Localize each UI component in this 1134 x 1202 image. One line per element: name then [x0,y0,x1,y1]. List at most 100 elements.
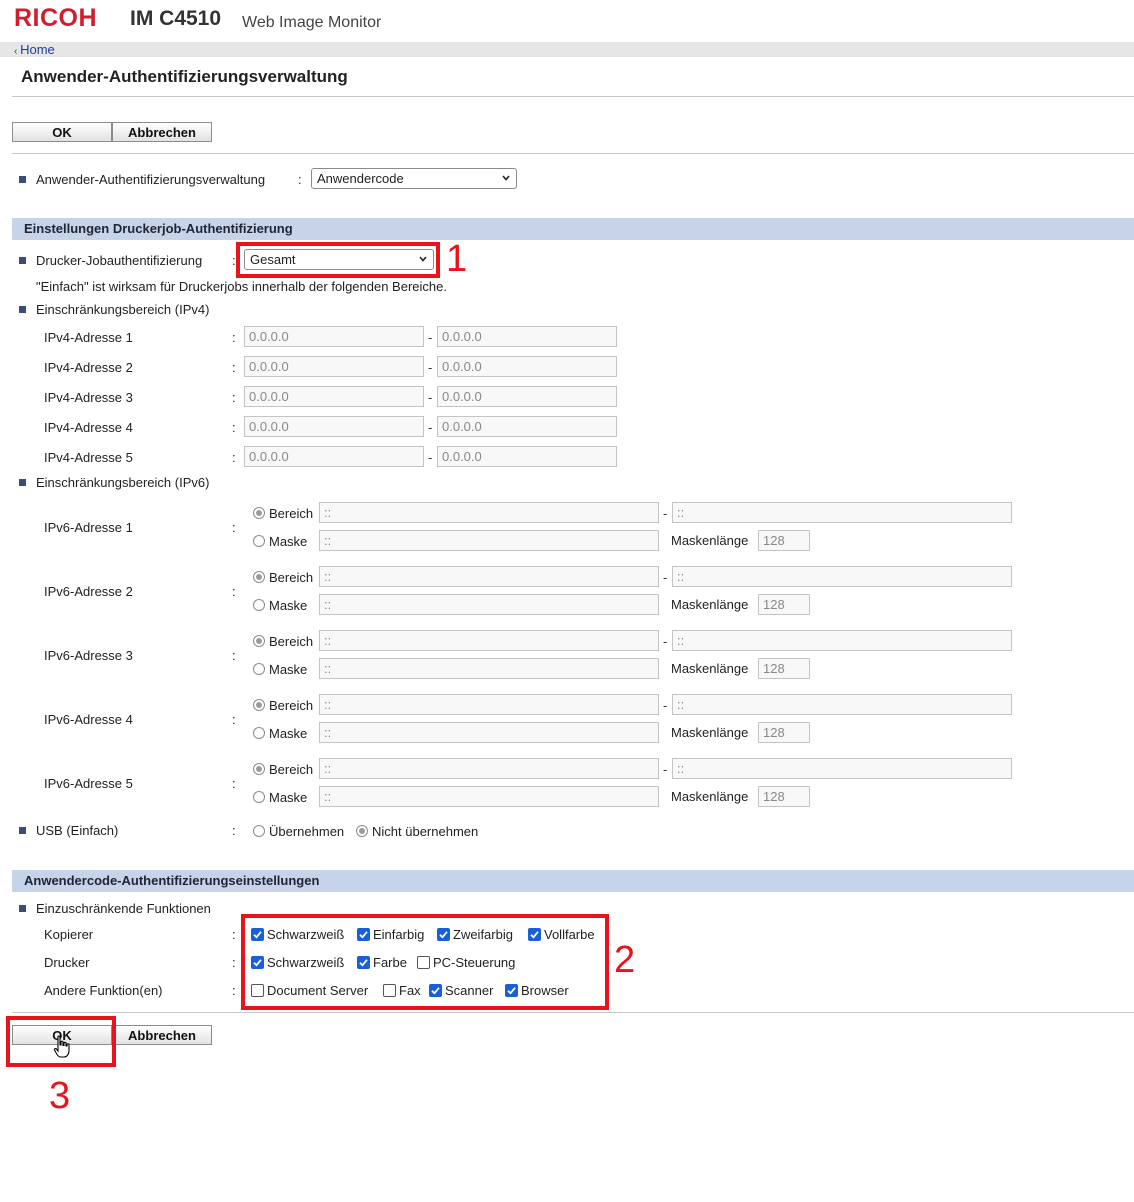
ipv6-mask-radio[interactable] [253,791,265,803]
checkmark-icon [507,987,516,995]
ipv6-mask-radio[interactable] [253,535,265,547]
cancel-button-top[interactable]: Abbrechen [112,122,212,142]
usb-option-not-adopt: Nicht übernehmen [372,824,479,839]
function-row-label: Andere Funktion(en) [44,983,163,998]
ipv6-masklen-input[interactable]: 128 [758,722,810,743]
ipv4-heading: Einschränkungsbereich (IPv4) [36,302,210,317]
ipv6-masklen-input[interactable]: 128 [758,786,810,807]
ipv6-row-label: IPv6-Adresse 5 [44,776,133,791]
ipv6-range-radio[interactable] [253,571,265,583]
ipv6-mask-input[interactable]: :: [319,786,659,807]
divider [12,96,1134,97]
cancel-button-bottom[interactable]: Abbrechen [112,1025,212,1045]
ipv4-from-input[interactable]: 0.0.0.0 [244,386,424,407]
colon: : [232,955,236,970]
function-checkbox[interactable] [383,984,396,997]
function-checkbox[interactable] [357,928,370,941]
ipv6-range-label: Bereich [269,762,314,777]
ipv6-range-radio[interactable] [253,635,265,647]
range-dash: - [428,450,433,465]
ipv6-mask-radio[interactable] [253,727,265,739]
ipv6-mask-input[interactable]: :: [319,594,659,615]
ipv6-to-input[interactable]: :: [672,694,1012,715]
ipv4-to-input[interactable]: 0.0.0.0 [437,326,617,347]
function-checkbox-label: Scanner [445,983,494,998]
ok-button-top[interactable]: OK [12,122,112,142]
page-title: Anwender-Authentifizierungsverwaltung [21,67,348,86]
colon: : [232,983,236,998]
ipv4-row-label: IPv4-Adresse 4 [44,420,133,435]
ipv6-mask-input[interactable]: :: [319,658,659,679]
ipv4-from-input[interactable]: 0.0.0.0 [244,356,424,377]
ipv6-mask-input[interactable]: :: [319,722,659,743]
function-checkbox[interactable] [357,956,370,969]
function-checkbox-label: PC-Steuerung [433,955,516,970]
ipv6-range-radio[interactable] [253,763,265,775]
colon: : [232,520,236,535]
ipv4-to-input[interactable]: 0.0.0.0 [437,386,617,407]
chevron-down-icon [502,175,510,181]
ipv6-masklen-input[interactable]: 128 [758,530,810,551]
colon: : [232,360,236,375]
usb-radio-not-adopt[interactable] [356,825,368,837]
function-checkbox-label: Schwarzweiß [267,927,345,942]
ipv6-from-input[interactable]: :: [319,566,659,587]
ipv6-from-input[interactable]: :: [319,694,659,715]
ipv6-from-input[interactable]: :: [319,758,659,779]
checkmark-icon [253,959,262,967]
ipv6-masklen-input[interactable]: 128 [758,594,810,615]
ipv4-row-label: IPv4-Adresse 3 [44,390,133,405]
ipv6-range-radio[interactable] [253,507,265,519]
ipv4-to-input[interactable]: 0.0.0.0 [437,446,617,467]
job-auth-note: "Einfach" ist wirksam für Druckerjobs in… [36,279,447,294]
ipv6-mask-input[interactable]: :: [319,530,659,551]
colon: : [232,390,236,405]
annotation-marker-3: 3 [49,1075,71,1117]
function-checkbox[interactable] [505,984,518,997]
ipv4-from-input[interactable]: 0.0.0.0 [244,416,424,437]
ipv4-to-input[interactable]: 0.0.0.0 [437,416,617,437]
ipv4-row-label: IPv4-Adresse 5 [44,450,133,465]
ipv6-mask-radio[interactable] [253,599,265,611]
hand-cursor-icon [53,1035,70,1058]
ipv4-to-input[interactable]: 0.0.0.0 [437,356,617,377]
ipv6-to-input[interactable]: :: [672,630,1012,651]
ipv6-range-label: Bereich [269,698,314,713]
ipv6-from-input[interactable]: :: [319,502,659,523]
range-dash: - [428,390,433,405]
function-checkbox[interactable] [528,928,541,941]
auth-management-select[interactable]: Anwendercode [311,168,517,189]
ipv6-mask-label: Maske [269,662,308,677]
function-checkbox-label: Fax [399,983,421,998]
divider [12,153,1134,154]
ipv6-mask-radio[interactable] [253,663,265,675]
function-checkbox-label: Document Server [267,983,369,998]
colon: : [232,927,236,942]
section-header-usercode: Anwendercode-Authentifizierungseinstellu… [12,870,1134,892]
function-checkbox-label: Vollfarbe [544,927,595,942]
ipv6-to-input[interactable]: :: [672,566,1012,587]
ipv6-to-input[interactable]: :: [672,758,1012,779]
colon: : [232,330,236,345]
function-checkbox[interactable] [251,984,264,997]
function-checkbox[interactable] [437,928,450,941]
range-dash: - [663,698,668,713]
ipv6-from-input[interactable]: :: [319,630,659,651]
restricted-heading: Einzuschränkende Funktionen [36,901,211,916]
usb-radio-adopt[interactable] [253,825,265,837]
bullet-icon [19,827,26,834]
function-checkbox[interactable] [429,984,442,997]
function-checkbox[interactable] [251,956,264,969]
ipv4-from-input[interactable]: 0.0.0.0 [244,446,424,467]
ipv6-masklen-label: Maskenlänge [671,597,749,612]
function-checkbox-label: Schwarzweiß [267,955,345,970]
checkmark-icon [439,931,448,939]
ipv6-to-input[interactable]: :: [672,502,1012,523]
function-checkbox[interactable] [251,928,264,941]
ipv6-masklen-input[interactable]: 128 [758,658,810,679]
ipv4-from-input[interactable]: 0.0.0.0 [244,326,424,347]
home-link[interactable]: ‹ Home [14,42,55,57]
ipv6-range-radio[interactable] [253,699,265,711]
function-checkbox[interactable] [417,956,430,969]
ipv6-masklen-label: Maskenlänge [671,725,749,740]
